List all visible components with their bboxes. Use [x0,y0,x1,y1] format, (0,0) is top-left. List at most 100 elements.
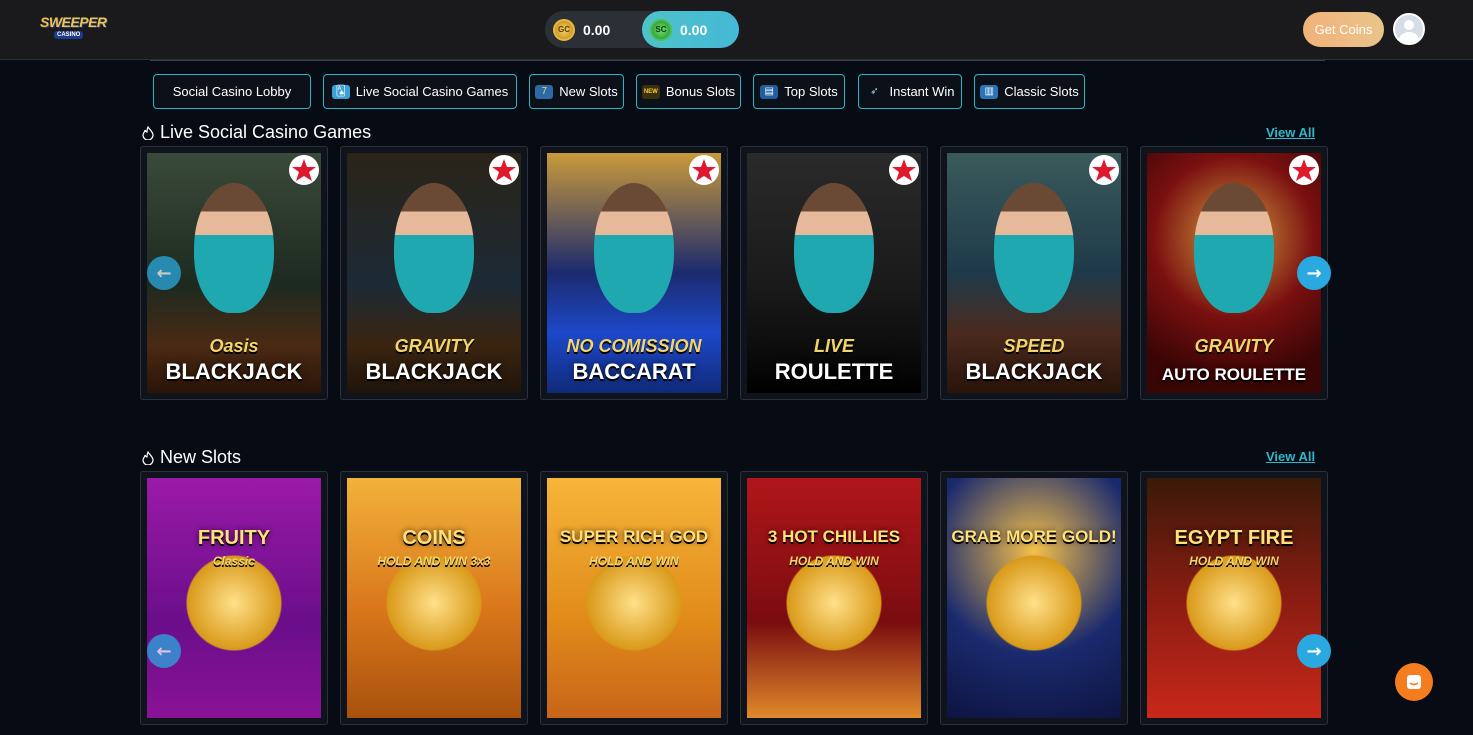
game-title: BLACKJACK [365,359,503,384]
logo-wordmark: SWEEPER [40,14,107,30]
dealer-figure [194,183,274,313]
slot-machine-icon: 7 [535,84,554,99]
game-card[interactable]: LIVE ROULETTE [740,146,928,400]
carousel-next-button[interactable]: → [1297,256,1331,290]
tab-label: Live Social Casino Games [355,84,509,99]
game-title: 3 HOT CHILLIES [767,527,901,546]
favorite-star-icon[interactable] [289,155,319,185]
game-title: SUPER RICH GOD [559,527,709,546]
dealer-figure [1194,183,1274,313]
view-all-new-slots-link[interactable]: View All [1266,449,1315,464]
game-card[interactable]: GRAB MORE GOLD! [940,471,1128,725]
category-nav: Social Casino Lobby 🂡 Live Social Casino… [0,74,1473,110]
game-card[interactable]: GRAVITY BLACKJACK [340,146,528,400]
gold-coins-value: 0.00 [583,21,611,38]
game-thumbnail: HOLD AND WIN EGYPT FIRE [1147,478,1321,718]
game-card[interactable]: SPEED BLACKJACK [940,146,1128,400]
tab-label: Classic Slots [1004,84,1079,99]
sweeps-coin-icon: SC [650,18,672,41]
tab-label: Instant Win [889,84,955,99]
tab-social-casino-lobby[interactable]: Social Casino Lobby [153,74,311,109]
gold-coin-icon: GC [553,18,575,41]
game-card[interactable]: HOLD AND WIN EGYPT FIRE [1140,471,1328,725]
game-subtitle: HOLD AND WIN [589,554,679,568]
game-card[interactable]: Classic FRUITY [140,471,328,725]
favorite-star-icon[interactable] [1289,155,1319,185]
logo-subtext: CASINO [54,31,84,39]
game-subtitle: HOLD AND WIN [1189,554,1279,568]
game-thumbnail: HOLD AND WIN 3 HOT CHILLIES [747,478,921,718]
classic-slot-icon: ▥ [980,84,999,99]
user-avatar[interactable] [1393,13,1425,45]
rocket-icon: ➶ [870,86,879,97]
game-thumbnail: Classic FRUITY [147,478,321,718]
carousel-next-button[interactable]: → [1297,634,1331,668]
game-subtitle: HOLD AND WIN 3x3 [377,554,491,568]
tab-label: Social Casino Lobby [172,84,292,99]
game-subtitle: Classic [212,554,256,568]
game-card[interactable]: HOLD AND WIN 3x3 COINS [340,471,528,725]
favorite-star-icon[interactable] [1089,155,1119,185]
chat-support-button[interactable] [1395,663,1433,701]
slot-artwork [979,548,1089,658]
view-all-live-games-link[interactable]: View All [1266,125,1315,140]
sweeps-coins-value: 0.00 [680,21,708,38]
game-thumbnail: SPEED BLACKJACK [947,153,1121,393]
tab-new-slots[interactable]: 7 New Slots [529,74,624,109]
dealer-figure [394,183,474,313]
new-badge-icon: NEW [641,84,660,99]
wallet-balance-toggle[interactable]: GC 0.00 SC 0.00 [545,11,739,48]
dealer-figure [594,183,674,313]
tab-top-slots[interactable]: ▤ Top Slots [753,74,845,109]
game-card[interactable]: NO COMISSION BACCARAT [540,146,728,400]
game-card[interactable]: HOLD AND WIN SUPER RICH GOD [540,471,728,725]
gold-coins-balance[interactable]: GC 0.00 [545,11,642,48]
game-thumbnail: GRAVITY BLACKJACK [347,153,521,393]
game-thumbnail: NO COMISSION BACCARAT [547,153,721,393]
game-subtitle: LIVE [813,336,854,356]
game-card[interactable]: HOLD AND WIN 3 HOT CHILLIES [740,471,928,725]
game-title: BACCARAT [572,359,696,384]
dealer-figure [794,183,874,313]
game-subtitle: HOLD AND WIN [789,554,879,568]
game-thumbnail: HOLD AND WIN 3x3 COINS [347,478,521,718]
game-thumbnail: HOLD AND WIN SUPER RICH GOD [547,478,721,718]
chat-icon [1407,675,1421,689]
get-coins-button[interactable]: Get Coins [1303,12,1384,47]
game-title: GRAB MORE GOLD! [951,527,1117,546]
game-title: FRUITY [197,527,271,549]
carousel-prev-button[interactable]: ← [147,256,181,290]
game-title: EGYPT FIRE [1174,527,1294,549]
section-title-live-games: Live Social Casino Games [142,122,371,143]
game-title: ROULETTE [774,359,894,384]
game-thumbnail: GRAB MORE GOLD! [947,478,1121,718]
favorite-star-icon[interactable] [689,155,719,185]
game-title: BLACKJACK [965,359,1103,384]
sweeps-coins-balance[interactable]: SC 0.00 [642,11,739,48]
game-title: COINS [402,527,466,549]
tab-label: Bonus Slots [665,84,736,99]
tab-live-social-casino-games[interactable]: 🂡 Live Social Casino Games [323,74,517,109]
favorite-star-icon[interactable] [489,155,519,185]
flame-icon [142,125,154,140]
cards-icon: 🂡 [331,84,350,99]
tab-instant-win[interactable]: ➶ Instant Win [858,74,962,109]
flame-icon [142,450,154,465]
game-subtitle: GRAVITY [394,336,474,356]
tab-label: New Slots [559,84,618,99]
tab-classic-slots[interactable]: ▥ Classic Slots [974,74,1085,109]
carousel-prev-button[interactable]: ← [147,634,181,668]
favorite-star-icon[interactable] [889,155,919,185]
game-title: AUTO ROULETTE [1161,365,1307,384]
game-thumbnail: GRAVITY AUTO ROULETTE [1147,153,1321,393]
game-subtitle: SPEED [1003,336,1065,356]
header-divider [150,60,1325,61]
section-title-new-slots: New Slots [142,447,241,468]
game-subtitle: Oasis [209,336,259,356]
top-header: SWEEPER CASINO GC 0.00 SC 0.00 Get Coins [0,0,1473,60]
tab-label: Top Slots [784,84,838,99]
game-subtitle: GRAVITY [1194,336,1274,356]
tab-bonus-slots[interactable]: NEW Bonus Slots [636,74,741,109]
sweeper-casino-logo[interactable]: SWEEPER CASINO [40,12,107,44]
slot-reels-icon: ▤ [760,84,779,99]
